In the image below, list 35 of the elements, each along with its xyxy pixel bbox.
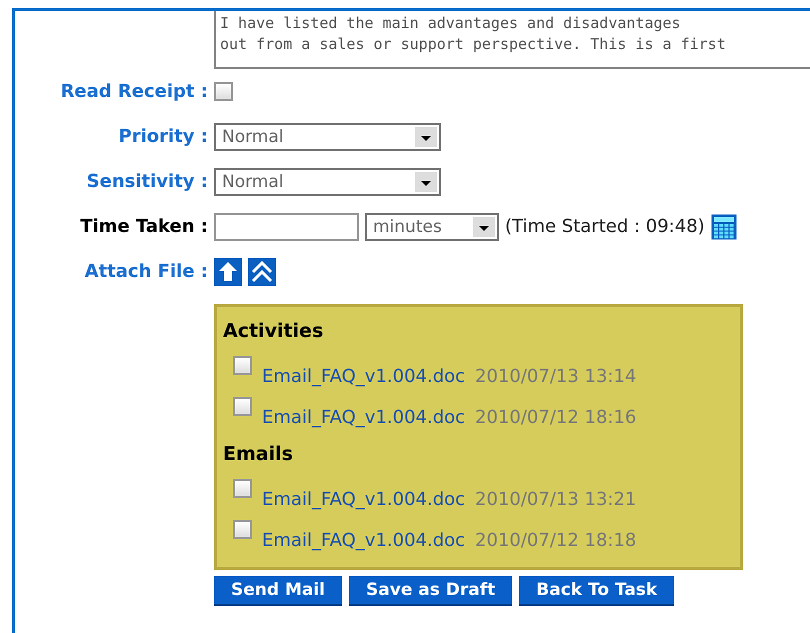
time-started-text: (Time Started : 09:48) xyxy=(505,216,705,237)
file-link[interactable]: Email_FAQ_v1.004.doc xyxy=(262,407,466,428)
file-link[interactable]: Email_FAQ_v1.004.doc xyxy=(262,530,466,551)
file-checkbox[interactable] xyxy=(233,479,252,498)
calculator-icon[interactable] xyxy=(710,214,737,240)
section-heading: Emails xyxy=(223,443,294,465)
file-checkbox[interactable] xyxy=(233,397,252,416)
action-button[interactable]: Send Mail xyxy=(214,576,342,606)
field-label: Attach File : xyxy=(84,260,208,284)
field-label: Read Receipt : xyxy=(60,80,208,104)
field-label: Time Taken : xyxy=(80,215,208,239)
file-date: 2010/07/12 18:16 xyxy=(475,407,636,428)
action-button[interactable]: Save as Draft xyxy=(349,576,512,606)
double-chevron-icon[interactable] xyxy=(248,258,276,286)
file-date: 2010/07/12 18:18 xyxy=(475,530,636,551)
time-taken-field[interactable] xyxy=(214,212,359,240)
file-link[interactable]: Email_FAQ_v1.004.doc xyxy=(262,489,466,510)
read-receipt-checkbox[interactable] xyxy=(214,82,233,101)
priority-dropdown[interactable]: Normal xyxy=(214,122,441,150)
caret-icon xyxy=(415,126,437,146)
field-label: Priority : xyxy=(118,125,208,149)
file-date: 2010/07/13 13:14 xyxy=(475,366,636,387)
file-checkbox[interactable] xyxy=(233,520,252,539)
unit-dropdown[interactable]: minutes xyxy=(365,212,499,240)
action-button[interactable]: Back To Task xyxy=(519,576,674,606)
sensitivity-dropdown[interactable]: Normal xyxy=(214,168,441,196)
field-label: Sensitivity : xyxy=(86,170,208,194)
file-date: 2010/07/13 13:21 xyxy=(475,489,636,510)
section-heading: Activities xyxy=(223,320,324,342)
file-checkbox[interactable] xyxy=(233,356,252,375)
file-link[interactable]: Email_FAQ_v1.004.doc xyxy=(262,366,466,387)
caret-icon xyxy=(415,172,437,192)
upload-icon[interactable] xyxy=(214,258,242,286)
caret-icon xyxy=(473,216,495,236)
message-field[interactable]: I have listed the main advantages and disadvantages out from a sales or support perspective. This is a first xyxy=(214,11,810,69)
